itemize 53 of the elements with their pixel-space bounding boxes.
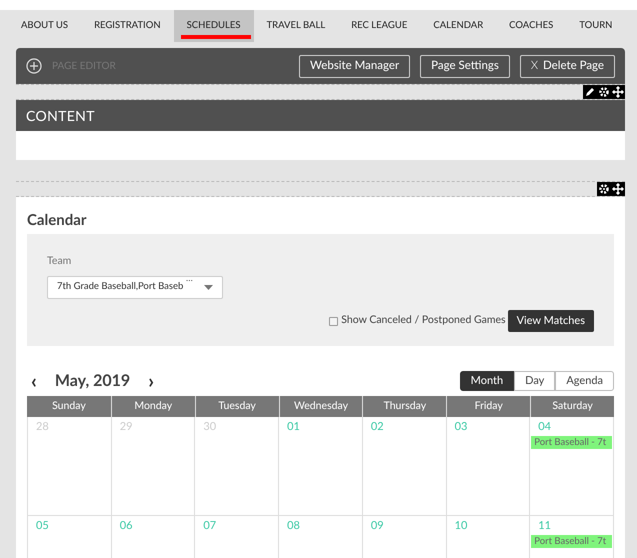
weekday-header: Wednesday <box>278 396 362 417</box>
move-icon[interactable] <box>611 85 625 99</box>
move-icon[interactable] <box>611 182 625 196</box>
nav-tab[interactable]: TRAVEL BALL <box>254 10 338 42</box>
editor-button[interactable]: Page Settings <box>420 54 510 78</box>
day-number: 06 <box>118 519 132 532</box>
team-select[interactable]: 7th Grade Baseball,Port Baseb … <box>47 276 223 299</box>
nav-tab[interactable]: CALENDAR <box>420 10 496 42</box>
settings-icon[interactable] <box>597 182 611 196</box>
day-cell[interactable]: 11 Port Baseball - 7t <box>530 516 614 558</box>
weekday-header: Sunday <box>51 398 87 414</box>
previous-month-button[interactable]: ‹ <box>31 371 37 391</box>
day-number: 01 <box>286 420 300 433</box>
calendar-title: Calendar <box>27 210 88 231</box>
view-tab[interactable]: Agenda <box>555 371 614 391</box>
weekday-header: Friday <box>446 396 530 417</box>
day-number: 09 <box>370 519 384 532</box>
nav-tab[interactable]: ABOUT US <box>8 10 82 42</box>
view-tab[interactable]: Day <box>514 371 556 391</box>
month-title: May, 2019 <box>54 370 130 392</box>
day-number: 08 <box>286 519 300 532</box>
editor-button[interactable]: Website Manager <box>299 54 410 78</box>
event-chip[interactable]: Port Baseball - 7t <box>531 535 612 548</box>
day-cell[interactable]: 04 Port Baseball - 7t <box>530 417 614 515</box>
day-number: 04 <box>537 420 552 433</box>
next-month-button[interactable]: › <box>148 371 154 391</box>
nav-tab[interactable]: REC LEAGUE <box>338 10 420 42</box>
day-number: 07 <box>202 519 216 532</box>
weekday-header: Thursday <box>362 396 446 417</box>
active-underline <box>180 35 251 39</box>
nav-tab[interactable]: REGISTRATION <box>81 10 174 42</box>
nav-tab[interactable]: COACHES <box>496 10 566 42</box>
pencil-icon[interactable] <box>583 85 597 99</box>
day-number: 02 <box>370 420 384 433</box>
view-matches-button[interactable]: View Matches <box>508 310 594 332</box>
checkbox-label: Show Canceled / Postponed Games <box>341 313 506 328</box>
add-icon[interactable] <box>26 58 42 74</box>
day-number: 10 <box>454 519 468 532</box>
day-number: 11 <box>537 519 552 532</box>
team-label: Team <box>47 254 72 269</box>
delete-page-button[interactable]: X Delete Page <box>520 54 615 78</box>
day-number: 05 <box>35 519 49 532</box>
nav-tab[interactable]: TOURN <box>566 10 626 42</box>
weekday-header: Tuesday <box>194 396 279 417</box>
weekday-header: Monday <box>110 396 195 417</box>
view-tab[interactable]: Month <box>460 371 514 391</box>
event-chip[interactable]: Port Baseball - 7t <box>531 436 612 449</box>
dropdown-caret-icon[interactable] <box>204 284 213 290</box>
nav-tab[interactable]: SCHEDULES <box>174 10 254 42</box>
content-header: CONTENT <box>16 100 625 131</box>
canceled-checkbox[interactable] <box>329 316 338 326</box>
day-number: 03 <box>454 420 468 433</box>
weekday-header: Saturday <box>530 396 614 417</box>
